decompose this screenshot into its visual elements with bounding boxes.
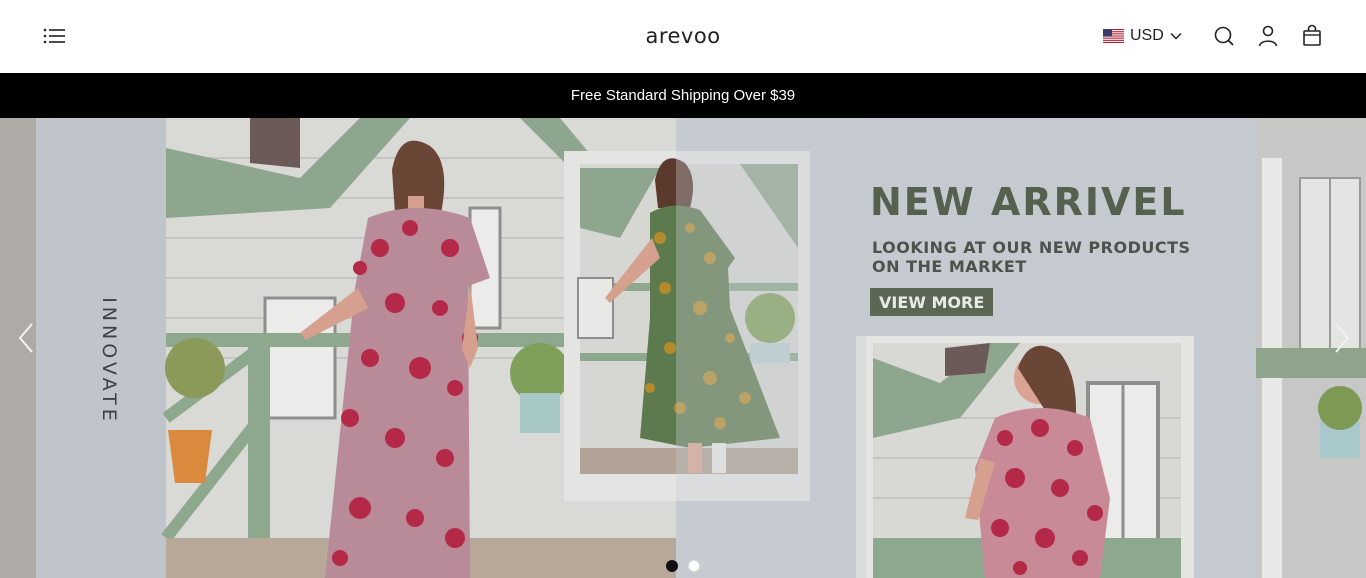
logo-text[interactable]: arevoo xyxy=(645,24,720,48)
hero-slider[interactable]: INNOVATE NEW ARRIVEL LOOKING AT OUR NEW … xyxy=(0,118,1366,578)
cart-icon[interactable] xyxy=(1300,24,1324,48)
chevron-down-icon xyxy=(1170,32,1182,40)
slide-dot-1[interactable] xyxy=(666,560,678,572)
hero-headline: NEW ARRIVEL xyxy=(870,180,1187,224)
hero-subheadline: LOOKING AT OUR NEW PRODUCTS ON THE MARKE… xyxy=(872,238,1192,276)
currency-label[interactable]: USD xyxy=(1130,27,1164,45)
hero-side-text: INNOVATE xyxy=(98,297,120,425)
announcement-bar: Free Standard Shipping Over $39 xyxy=(0,73,1366,118)
view-more-button[interactable]: VIEW MORE xyxy=(870,288,994,316)
currency-selector[interactable]: USD xyxy=(1103,25,1182,47)
prev-slide-arrow-icon[interactable] xyxy=(12,318,42,358)
hero-subline-1: LOOKING AT OUR NEW PRODUCTS xyxy=(872,238,1191,257)
site-header: arevoo USD xyxy=(0,0,1366,73)
slide-dot-2[interactable] xyxy=(688,560,700,572)
search-icon[interactable] xyxy=(1212,24,1236,48)
account-icon[interactable] xyxy=(1256,24,1280,48)
slide-pagination xyxy=(0,560,1366,572)
next-slide-arrow-icon[interactable] xyxy=(1326,318,1356,358)
us-flag-icon xyxy=(1103,29,1124,43)
announcement-text: Free Standard Shipping Over $39 xyxy=(570,87,796,104)
hero-subline-2: ON THE MARKET xyxy=(872,257,1027,276)
